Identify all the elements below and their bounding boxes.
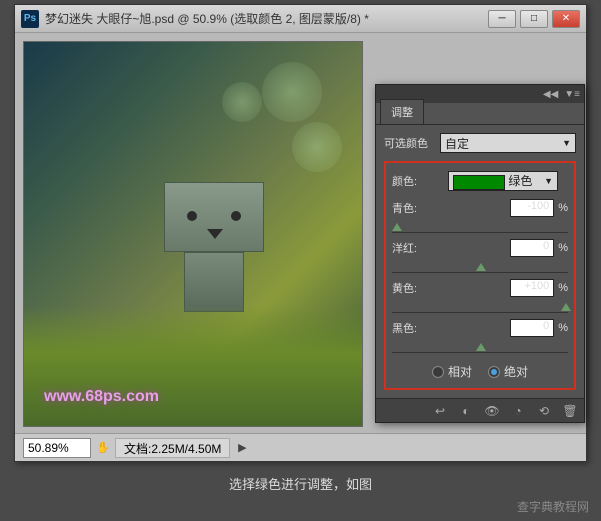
percent-label: % xyxy=(558,282,568,294)
color-select[interactable]: 绿色 ▼ xyxy=(448,171,558,191)
black-input[interactable]: 0 xyxy=(510,319,554,337)
color-label: 颜色: xyxy=(392,173,442,189)
yellow-input[interactable]: +100 xyxy=(510,279,554,297)
titlebar: Ps 梦幻迷失 大眼仔~旭.psd @ 50.9% (选取颜色 2, 图层蒙版/… xyxy=(15,5,586,33)
adjustments-panel: ◀◀ ▼≡ 调整 可选颜色 自定 ▼ 颜色: 绿色 ▼ 青色: xyxy=(375,84,585,423)
slider-cyan: 青色: -100% xyxy=(392,199,568,233)
slider-label: 青色: xyxy=(392,200,417,216)
visibility-icon[interactable]: 👁 xyxy=(484,403,500,419)
slider-thumb[interactable] xyxy=(392,223,402,231)
radio-label: 绝对 xyxy=(504,363,528,380)
tab-adjustments[interactable]: 调整 xyxy=(380,99,424,124)
preset-select[interactable]: 自定 ▼ xyxy=(440,133,576,153)
color-swatch xyxy=(453,175,505,190)
black-slider[interactable] xyxy=(392,339,568,353)
site-watermark: 查字典教程网 xyxy=(517,498,589,515)
doc-info: 文档:2.25M/4.50M xyxy=(115,438,230,458)
yellow-slider[interactable] xyxy=(392,299,568,313)
color-value: 绿色 xyxy=(508,174,532,188)
slider-yellow: 黄色: +100% xyxy=(392,279,568,313)
zoom-input[interactable]: 50.89% xyxy=(23,438,91,458)
slider-thumb[interactable] xyxy=(476,343,486,351)
toggle-icon[interactable]: ◐ xyxy=(458,403,474,419)
percent-label: % xyxy=(558,322,568,334)
percent-label: % xyxy=(558,242,568,254)
minimize-button[interactable]: ─ xyxy=(488,10,516,28)
slider-label: 洋红: xyxy=(392,240,417,256)
radio-relative[interactable]: 相对 xyxy=(432,363,472,380)
delete-icon[interactable]: 🗑 xyxy=(562,403,578,419)
magenta-slider[interactable] xyxy=(392,259,568,273)
statusbar: 50.89% ✋ 文档:2.25M/4.50M ▶ xyxy=(15,433,586,461)
flyout-icon[interactable]: ▶ xyxy=(234,440,250,456)
cyan-input[interactable]: -100 xyxy=(510,199,554,217)
radio-absolute[interactable]: 绝对 xyxy=(488,363,528,380)
chevron-down-icon: ▼ xyxy=(562,138,571,148)
preset-value: 自定 xyxy=(445,135,469,152)
reset-icon[interactable]: ⟲ xyxy=(536,403,552,419)
slider-black: 黑色: 0% xyxy=(392,319,568,353)
radio-icon xyxy=(432,366,444,378)
radio-label: 相对 xyxy=(448,363,472,380)
panel-tabs: 调整 xyxy=(376,103,584,125)
slider-magenta: 洋红: 0% xyxy=(392,239,568,273)
app-icon: Ps xyxy=(21,10,39,28)
watermark: www.68ps.com xyxy=(44,388,159,406)
hand-icon[interactable]: ✋ xyxy=(95,440,111,456)
slider-thumb[interactable] xyxy=(561,303,571,311)
panel-footer: ↩ ◐ 👁 ◔ ⟲ 🗑 xyxy=(376,398,584,422)
chevron-down-icon: ▼ xyxy=(544,176,553,186)
canvas[interactable]: www.68ps.com xyxy=(23,41,363,427)
highlight-box: 颜色: 绿色 ▼ 青色: -100% 洋红: 0% xyxy=(384,161,576,390)
slider-thumb[interactable] xyxy=(476,263,486,271)
magenta-input[interactable]: 0 xyxy=(510,239,554,257)
return-icon[interactable]: ↩ xyxy=(432,403,448,419)
cyan-slider[interactable] xyxy=(392,219,568,233)
maximize-button[interactable]: □ xyxy=(520,10,548,28)
panel-body: 可选颜色 自定 ▼ 颜色: 绿色 ▼ 青色: -100% xyxy=(376,125,584,398)
window-title: 梦幻迷失 大眼仔~旭.psd @ 50.9% (选取颜色 2, 图层蒙版/8) … xyxy=(45,10,488,27)
page-caption: 选择绿色进行调整，如图 xyxy=(0,474,601,493)
slider-label: 黄色: xyxy=(392,280,417,296)
percent-label: % xyxy=(558,202,568,214)
method-radios: 相对 绝对 xyxy=(392,363,568,380)
prev-state-icon[interactable]: ◔ xyxy=(510,403,526,419)
preset-label: 可选颜色 xyxy=(384,135,434,151)
radio-icon xyxy=(488,366,500,378)
slider-label: 黑色: xyxy=(392,320,417,336)
window-controls: ─ □ ✕ xyxy=(488,10,580,28)
panel-collapse-icon[interactable]: ◀◀ xyxy=(543,89,558,100)
panel-menu-icon[interactable]: ▼≡ xyxy=(564,89,580,100)
close-button[interactable]: ✕ xyxy=(552,10,580,28)
canvas-image: www.68ps.com xyxy=(24,42,362,426)
